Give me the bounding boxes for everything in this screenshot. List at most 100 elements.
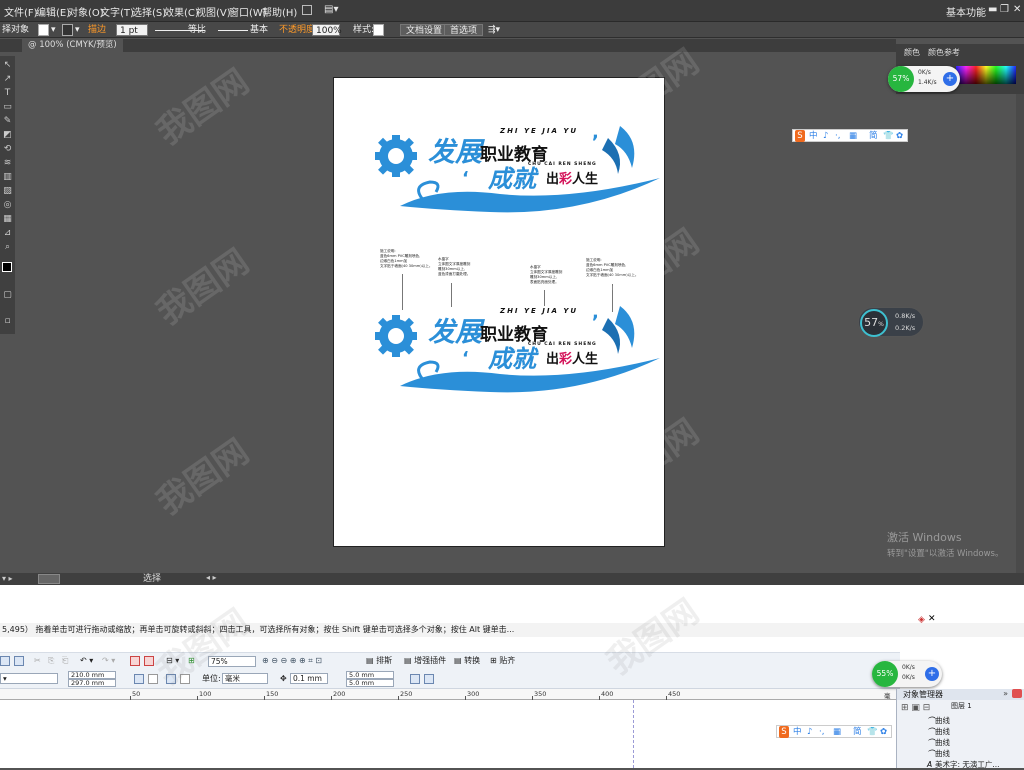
fill-swatch[interactable] <box>38 24 49 36</box>
portrait-icon[interactable] <box>134 674 144 684</box>
menu-edit[interactable]: 编辑(E) <box>36 4 70 19</box>
fill-stroke-icon[interactable] <box>2 262 12 272</box>
eraser-tool-icon[interactable]: ◩ <box>2 130 13 140</box>
menu-type[interactable]: 文字(T) <box>100 4 134 19</box>
skin-icon[interactable]: 👕 <box>883 130 894 142</box>
object-row[interactable]: A 美术字: 无演工广... <box>927 759 1000 770</box>
eyedropper-tool-icon[interactable]: ⊿ <box>2 228 13 238</box>
copy-icon[interactable]: ⎘ <box>48 655 54 667</box>
snap-button-2[interactable]: ▤ 增强插件 <box>404 655 446 667</box>
artboard-navigation-field[interactable] <box>38 574 60 584</box>
network-monitor-widget[interactable]: 55% 0K/s 0K/s + <box>872 661 942 687</box>
object-row[interactable]: ⌒曲线 <box>927 737 950 748</box>
arrange-documents-icon[interactable]: ▤▾ <box>324 4 338 15</box>
document-tab[interactable]: @ 100% (CMYK/预览) <box>22 39 123 52</box>
object-row[interactable]: ⌒曲线 <box>927 748 950 759</box>
network-monitor-widget[interactable]: 57% 0K/s 1.4K/s + <box>888 66 960 92</box>
rotate-tool-icon[interactable]: ⟲ <box>2 144 13 154</box>
moon-icon[interactable]: ♪ <box>823 130 828 142</box>
menu-select[interactable]: 选择(S) <box>132 4 166 19</box>
minimize-icon[interactable]: ▬ <box>988 4 997 15</box>
chevron-down-icon[interactable]: ▾ <box>51 24 56 36</box>
selection-tool-icon[interactable]: ↖ <box>2 60 13 70</box>
current-page-icon[interactable] <box>180 674 190 684</box>
horizontal-scrollbar[interactable]: ◂ ▸ <box>206 573 217 582</box>
brush-label[interactable]: 基本 <box>250 24 268 36</box>
ime-simplified-mode[interactable]: 简 <box>853 726 862 738</box>
gradient-tool-icon[interactable]: ▨ <box>2 186 13 196</box>
zoom-tool-icon[interactable]: ⌕ <box>2 242 13 252</box>
plus-icon[interactable]: + <box>925 667 939 681</box>
panel-tab-color-guide[interactable]: 颜色参考 <box>928 47 960 58</box>
ime-chinese-mode[interactable]: 中 <box>809 130 818 142</box>
close-icon[interactable] <box>1012 689 1022 698</box>
expand-icon[interactable]: » <box>1003 689 1008 698</box>
stroke-weight-field[interactable]: 1 pt <box>116 24 148 36</box>
ime-logo-icon[interactable]: S <box>795 130 805 142</box>
paste-icon[interactable]: ⎗ <box>62 655 68 667</box>
page-width-field[interactable]: 210.0 mm <box>68 671 116 679</box>
preferences-button[interactable]: 首选项 <box>444 24 484 36</box>
keyboard-icon[interactable]: ▦ <box>849 130 857 142</box>
color-spectrum[interactable] <box>956 66 1016 84</box>
menu-view[interactable]: 视图(V) <box>196 4 231 19</box>
snap-button-4[interactable]: ⊞ 贴齐 <box>490 655 515 667</box>
edit-units-icon[interactable] <box>410 674 420 684</box>
all-pages-icon[interactable] <box>166 674 176 684</box>
nudge-distance-field[interactable]: 0.1 mm <box>290 673 328 684</box>
publish-icon[interactable]: ⊟ ▾ <box>166 655 179 667</box>
brush-preview[interactable] <box>218 24 248 31</box>
object-row[interactable]: ⌒曲线 <box>927 715 950 726</box>
ime-simplified-mode[interactable]: 简 <box>869 130 878 142</box>
settings-icon[interactable]: ✿ <box>880 726 887 738</box>
zoom-tools-icon[interactable]: ⊕ ⊖ ⊖ ⊕ ⊕ ⌗ ⊡ <box>262 655 322 667</box>
arrange-icon[interactable]: ⇶▾ <box>488 24 500 36</box>
document-setup-button[interactable]: 文档设置 <box>400 24 449 36</box>
keyboard-icon[interactable]: ▦ <box>833 726 841 738</box>
duplicate-x-field[interactable]: 5.0 mm <box>346 671 394 679</box>
chart-tool-icon[interactable]: ▦ <box>2 214 13 224</box>
layer-name[interactable]: 图层 1 <box>951 701 972 711</box>
chevron-down-icon[interactable]: ▾ <box>75 24 80 36</box>
moon-icon[interactable]: ♪ <box>807 726 812 738</box>
drawing-canvas[interactable] <box>0 700 896 768</box>
warp-tool-icon[interactable]: ≋ <box>2 158 13 168</box>
artboard[interactable]: , ‘ 发展 职业教育 ZHI YE JIA YU CHU CAI REN SH… <box>333 77 665 547</box>
restore-icon[interactable]: ❐ <box>1000 4 1009 15</box>
snap-button-3[interactable]: ▤ 转换 <box>454 655 480 667</box>
none-color-icon[interactable]: ▢ <box>2 290 13 300</box>
units-dropdown[interactable]: 毫米 <box>222 673 268 684</box>
direct-selection-tool-icon[interactable]: ↗ <box>2 74 13 84</box>
pen-tool-icon[interactable]: ✎ <box>2 116 13 126</box>
vertical-scrollbar[interactable] <box>1016 94 1024 574</box>
menu-file[interactable]: 文件(F) <box>4 4 38 19</box>
bridge-icon[interactable] <box>302 5 312 15</box>
undo-icon[interactable]: ↶ ▾ <box>80 655 93 667</box>
zoom-level-field[interactable]: 75% <box>208 656 256 667</box>
export-icon[interactable] <box>144 656 154 666</box>
show-properties-icon[interactable]: ⊞ ▣ ⊟ <box>901 703 930 713</box>
style-swatch[interactable] <box>373 24 384 36</box>
stroke-swatch[interactable] <box>62 24 73 36</box>
launcher-icon[interactable]: ⊞ <box>188 655 195 667</box>
page-height-field[interactable]: 297.0 mm <box>68 679 116 687</box>
treat-as-filled-icon[interactable] <box>424 674 434 684</box>
chevron-down-icon[interactable]: ▾ ▸ <box>2 574 13 583</box>
punctuation-icon[interactable]: ·, <box>819 726 824 738</box>
type-tool-icon[interactable]: T <box>2 88 13 98</box>
close-icon[interactable]: ✕ <box>1013 4 1021 15</box>
punctuation-icon[interactable]: ·, <box>835 130 840 142</box>
graph-tool-icon[interactable]: ▥ <box>2 172 13 182</box>
duplicate-y-field[interactable]: 5.0 mm <box>346 679 394 687</box>
object-row[interactable]: ⌒曲线 <box>927 726 950 737</box>
skin-icon[interactable]: 👕 <box>867 726 878 738</box>
blend-tool-icon[interactable]: ◎ <box>2 200 13 210</box>
horizontal-ruler[interactable]: 50 100 150 200 250 300 350 400 450 毫米 <box>0 689 896 710</box>
landscape-icon[interactable] <box>148 674 158 684</box>
import-icon[interactable] <box>130 656 140 666</box>
menu-object[interactable]: 对象(O) <box>68 4 104 19</box>
save-icon[interactable] <box>0 656 10 666</box>
redo-icon[interactable]: ↷ ▾ <box>102 655 115 667</box>
panel-tab-color[interactable]: 颜色 <box>904 47 920 58</box>
menu-effect[interactable]: 效果(C) <box>164 4 199 19</box>
